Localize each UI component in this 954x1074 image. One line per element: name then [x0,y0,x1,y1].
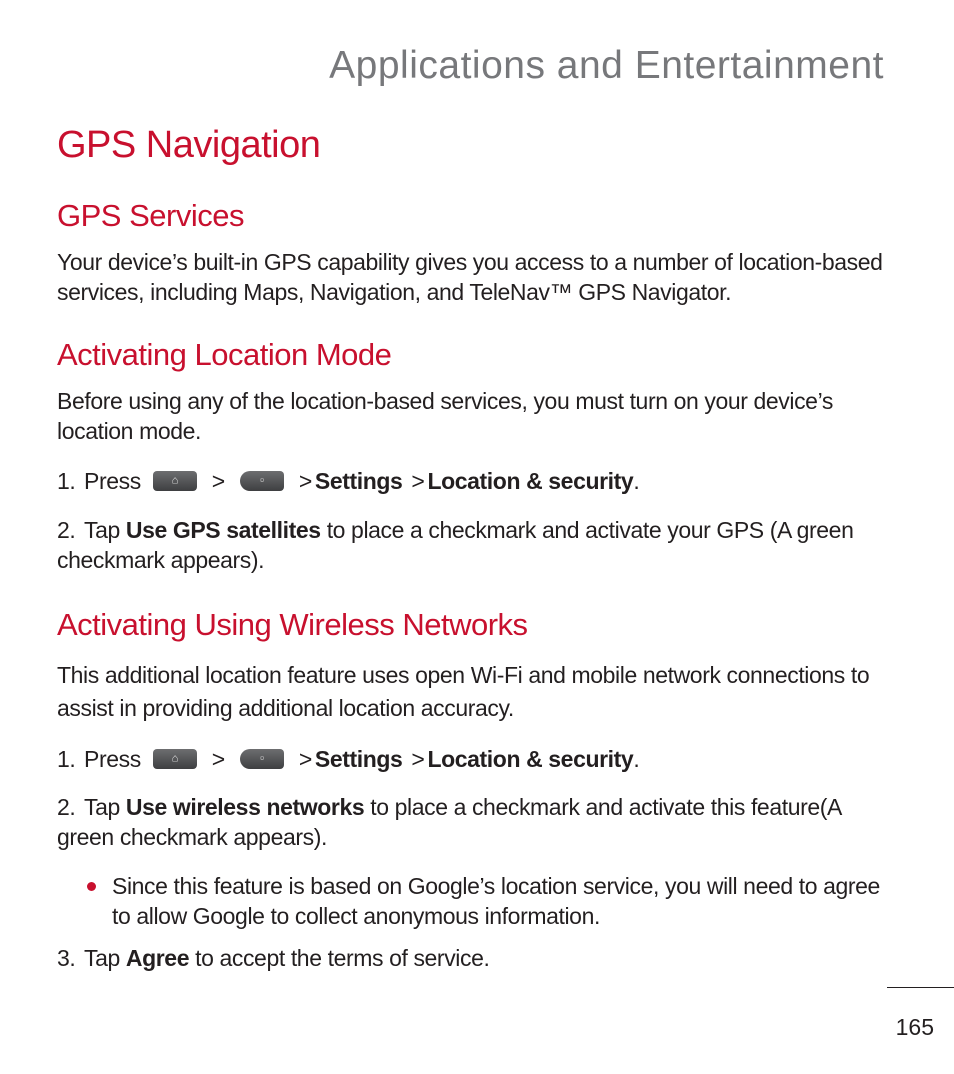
step-text: to accept the terms of service. [195,945,490,971]
location-mode-step-2: 2. Tap Use GPS satellites to place a chec… [57,515,897,575]
step-prefix: Tap [84,794,120,820]
location-security-label: Location & security [427,468,634,494]
step-number: 2. [57,794,76,820]
use-wireless-networks-label: Use wireless networks [125,794,365,820]
chapter-title: Applications and Entertainment [329,44,884,87]
separator: > [411,746,425,772]
agree-label: Agree [125,945,190,971]
step-number: 1. [57,746,76,772]
menu-key-icon: ▫ [239,748,284,769]
wireless-body: This additional location feature uses op… [57,662,870,721]
settings-label: Settings [314,746,403,772]
step-number: 2. [57,517,76,543]
use-gps-satellites-label: Use GPS satellites [125,517,321,543]
separator: > [298,746,312,772]
location-mode-heading: Activating Location Mode [57,337,392,372]
step-end: . [633,746,640,772]
step-number: 1. [57,468,76,494]
location-mode-body: Before using any of the location-based s… [57,388,833,444]
bullet-text: Since this feature is based on Google’s … [112,873,880,929]
settings-label: Settings [314,468,403,494]
location-security-label: Location & security [427,746,634,772]
step-prefix: Press [84,746,141,772]
home-glyph-icon: ⌂ [171,474,179,487]
step-prefix: Tap [84,945,120,971]
gps-services-body: Your device’s built-in GPS capability gi… [57,249,883,305]
wireless-step-1: 1. Press ⌂ > ▫ > Settings > Location & secu… [57,744,897,774]
separator: > [211,746,225,772]
separator: > [411,468,425,494]
wireless-step-3: 3. Tap Agree to accept the terms of servi… [57,943,897,973]
menu-key-icon: ▫ [239,470,284,491]
footer-rule [887,987,954,988]
menu-glyph-icon: ▫ [260,752,264,765]
home-key-icon: ⌂ [152,748,197,769]
wireless-note-bullet: Since this feature is based on Google’s … [57,871,887,931]
step-prefix: Tap [84,517,120,543]
location-mode-step-1: 1. Press ⌂ > ▫ > Settings > Location & secu… [57,466,897,496]
separator: > [211,468,225,494]
menu-glyph-icon: ▫ [260,474,264,487]
step-prefix: Press [84,468,141,494]
gps-services-heading: GPS Services [57,198,244,233]
bullet-icon [87,882,96,891]
home-key-icon: ⌂ [152,470,197,491]
separator: > [298,468,312,494]
wireless-heading: Activating Using Wireless Networks [57,607,528,642]
step-end: . [633,468,640,494]
home-glyph-icon: ⌂ [171,752,179,765]
page-number: 165 [895,1014,934,1040]
section-title: GPS Navigation [57,124,321,166]
wireless-step-2: 2. Tap Use wireless networks to place a c… [57,792,897,852]
step-number: 3. [57,945,76,971]
